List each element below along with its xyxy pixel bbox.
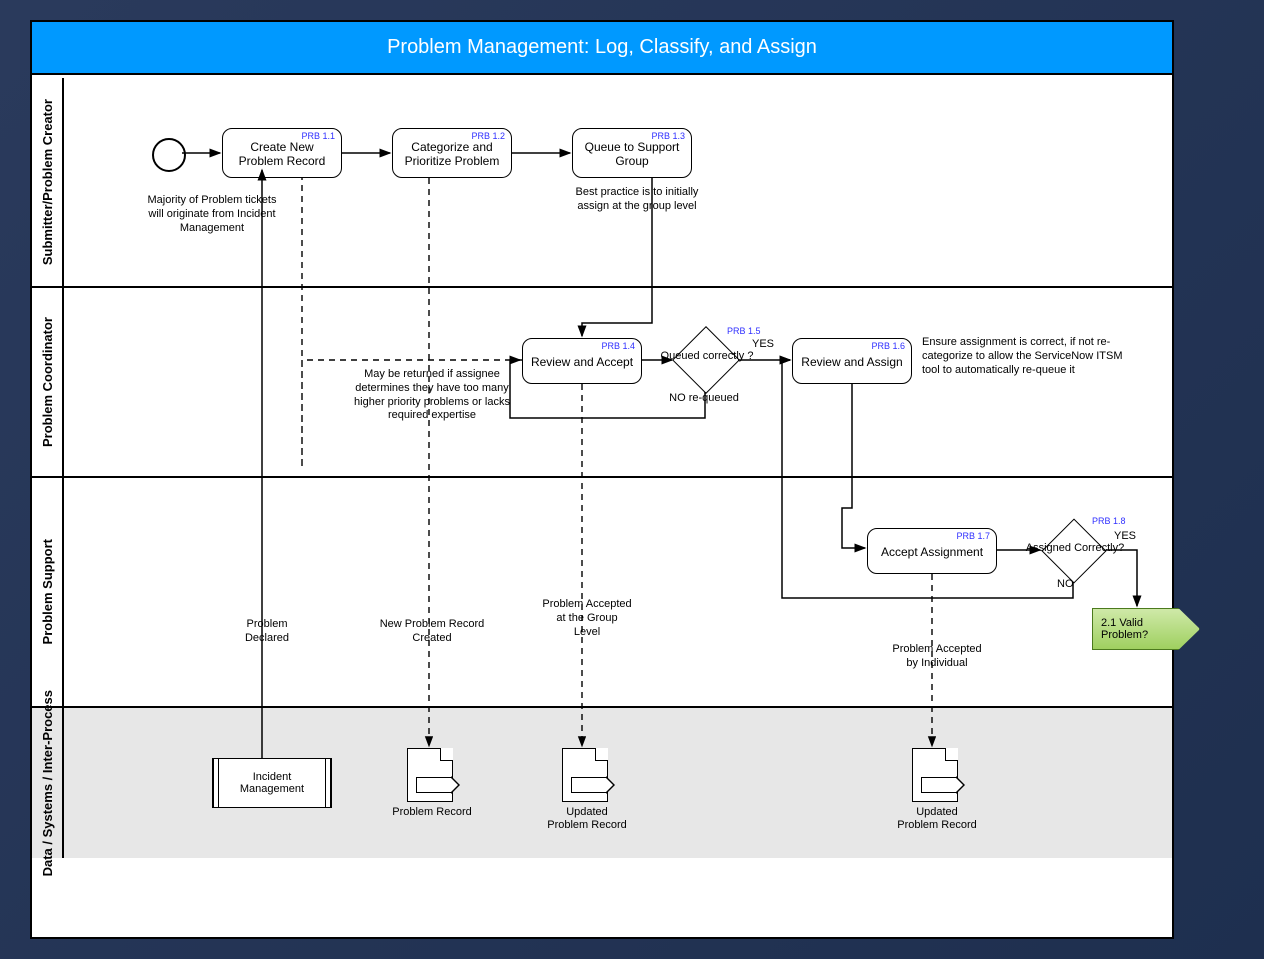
- diagram-sheet: Problem Management: Log, Classify, and A…: [30, 20, 1174, 939]
- ref-prb18: PRB 1.8: [1092, 516, 1126, 526]
- note-declared: Problem Declared: [227, 618, 307, 646]
- task-review-assign: PRB 1.6 Review and Assign: [792, 338, 912, 384]
- label-yes-2: YES: [1114, 530, 1136, 542]
- note-best-practice: Best practice is to initially assign at …: [562, 186, 712, 214]
- data-object-problem-record: [407, 748, 453, 802]
- ref-prb11: PRB 1.1: [301, 131, 335, 141]
- offpage-valid-problem-label: 2.1 Valid Problem?: [1101, 617, 1148, 641]
- note-origin: Majority of Problem tickets will origina…: [142, 194, 282, 235]
- note-accepted-group: Problem Accepted at the Group Level: [542, 598, 632, 639]
- lane-coordinator: Problem Coordinator PRB 1.4 Review and A…: [32, 288, 1172, 478]
- caption-problem-record: Problem Record: [392, 806, 472, 819]
- label-no-requeued: NO re-queued: [654, 392, 754, 406]
- lane-support: Problem Support PRB 1.7 Accept Assignmen…: [32, 478, 1172, 708]
- lane-submitter: Submitter/Problem Creator PRB 1.1 Create…: [32, 78, 1172, 288]
- ref-prb17: PRB 1.7: [956, 531, 990, 541]
- lane-label-coordinator: Problem Coordinator: [32, 288, 64, 476]
- subprocess-incident-mgmt-label: Incident Management: [240, 771, 304, 795]
- lane-label-support: Problem Support: [32, 478, 64, 706]
- note-accepted-individual: Problem Accepted by Individual: [892, 643, 982, 671]
- gateway-assigned-label: Assigned Correctly?: [1020, 542, 1130, 555]
- task-categorize: PRB 1.2 Categorize and Prioritize Proble…: [392, 128, 512, 178]
- data-object-updated-record-1: [562, 748, 608, 802]
- ref-prb13: PRB 1.3: [651, 131, 685, 141]
- data-object-updated-record-2: [912, 748, 958, 802]
- label-yes-1: YES: [752, 338, 774, 350]
- task-queue: PRB 1.3 Queue to Support Group: [572, 128, 692, 178]
- note-new-record: New Problem Record Created: [372, 618, 492, 646]
- lane-label-submitter: Submitter/Problem Creator: [32, 78, 64, 286]
- ref-prb14: PRB 1.4: [601, 341, 635, 351]
- task-create-record: PRB 1.1 Create New Problem Record: [222, 128, 342, 178]
- ref-prb15: PRB 1.5: [727, 326, 761, 336]
- ref-prb12: PRB 1.2: [471, 131, 505, 141]
- edges-lane3: [62, 478, 1182, 708]
- subprocess-incident-mgmt: Incident Management: [212, 758, 332, 808]
- note-returned: May be returned if assignee determines t…: [347, 368, 517, 423]
- caption-updated-record-1: Updated Problem Record: [547, 806, 627, 831]
- task-accept-assignment: PRB 1.7 Accept Assignment: [867, 528, 997, 574]
- edges-lane1: [62, 78, 1162, 288]
- lane-label-data: Data / Systems / Inter-Process: [32, 708, 64, 858]
- gateway-queued-label: Queued correctly ?: [660, 350, 754, 363]
- diagram-title: Problem Management: Log, Classify, and A…: [32, 22, 1172, 75]
- label-no-2: NO: [1057, 578, 1074, 590]
- note-ensure: Ensure assignment is correct, if not re-…: [922, 336, 1132, 377]
- page: Problem Management: Log, Classify, and A…: [0, 0, 1264, 959]
- lane-data: Data / Systems / Inter-Process Incident …: [32, 708, 1172, 858]
- task-review-accept: PRB 1.4 Review and Accept: [522, 338, 642, 384]
- offpage-valid-problem: 2.1 Valid Problem?: [1092, 608, 1200, 650]
- swimlanes: Submitter/Problem Creator PRB 1.1 Create…: [32, 78, 1172, 937]
- caption-updated-record-2: Updated Problem Record: [897, 806, 977, 831]
- ref-prb16: PRB 1.6: [871, 341, 905, 351]
- start-event: [152, 138, 186, 172]
